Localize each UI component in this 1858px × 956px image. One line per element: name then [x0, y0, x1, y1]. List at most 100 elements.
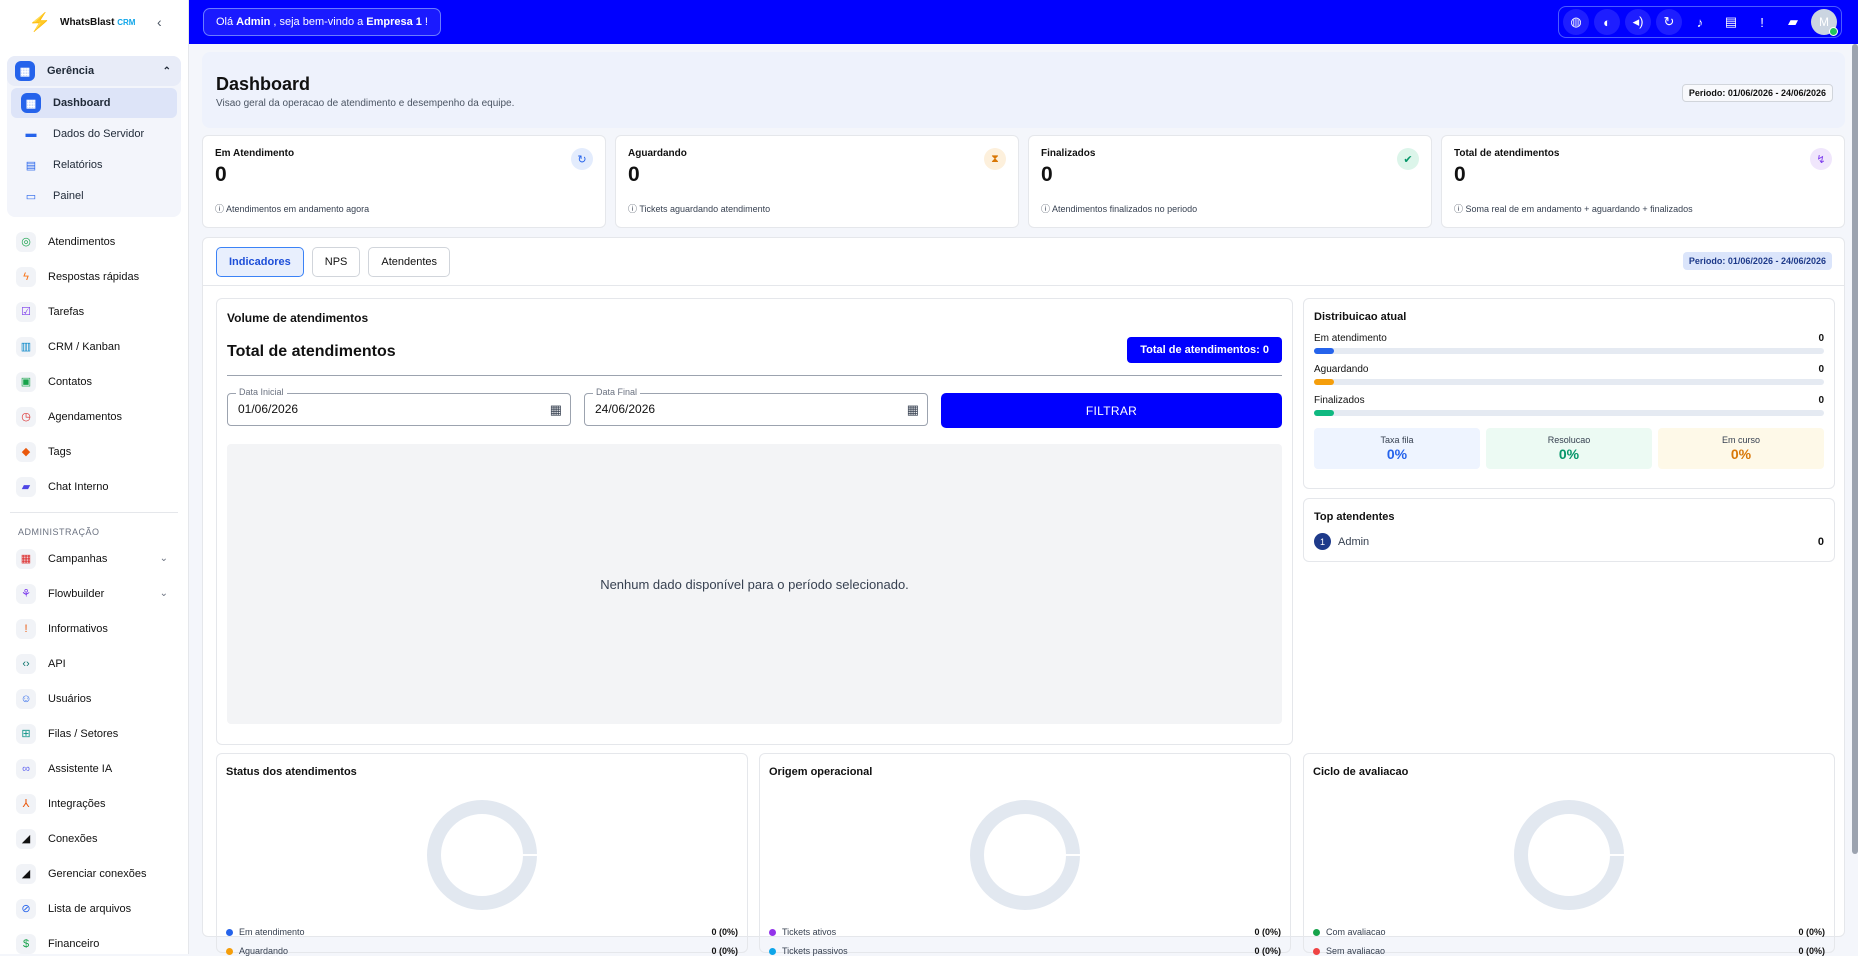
- ai-icon: ∞: [16, 758, 36, 779]
- greeting-chip: Olá Admin, seja bem-vindo a Empresa 1!: [203, 8, 441, 36]
- period-badge: Periodo: 01/06/2026 - 24/06/2026: [1681, 84, 1833, 102]
- data-final-field[interactable]: Data Final 24/06/2026 ▦: [584, 387, 928, 426]
- topbar: Olá Admin, seja bem-vindo a Empresa 1! ◍…: [189, 0, 1858, 44]
- dashboard-group-icon: ▦: [15, 61, 35, 81]
- kpi-taxa-fila: Taxa fila 0%: [1314, 428, 1480, 469]
- sidebar-item-atendimentos[interactable]: ◎ Atendimentos: [0, 224, 188, 259]
- sidebar-item-integracoes[interactable]: ⅄ Integrações: [0, 786, 188, 821]
- dist-row: Finalizados 0: [1314, 395, 1824, 416]
- status-chart-card: Status dos atendimentos Em atendimento 0 …: [216, 753, 748, 956]
- sidebar-item-agendamentos[interactable]: ◷ Agendamentos: [0, 399, 188, 434]
- page-subtitle: Visao geral da operacao de atendimento e…: [216, 98, 515, 109]
- progress-bar: [1314, 410, 1824, 416]
- donut-chart: [427, 800, 537, 910]
- topbar-actions: ◍ ◐ ◂) ↻ ♪ ▤ ! ▰ M: [1558, 6, 1842, 38]
- users-icon: ☺: [16, 688, 36, 709]
- greeting-user: Admin: [236, 16, 271, 28]
- volume-subtitle: Total de atendimentos: [227, 343, 396, 360]
- list-item: 1 Admin 0: [1314, 533, 1824, 550]
- integration-icon: ⅄: [16, 793, 36, 814]
- collapse-sidebar-icon[interactable]: ‹: [157, 14, 162, 30]
- tab-indicadores[interactable]: Indicadores: [216, 246, 304, 277]
- logo-suffix: CRM: [117, 17, 136, 27]
- sidebar-item-filas[interactable]: ⊞ Filas / Setores: [0, 716, 188, 751]
- donut-chart: [1514, 800, 1624, 910]
- greeting-company: Empresa 1: [366, 16, 422, 28]
- sidebar-item-respostas[interactable]: ϟ Respostas rápidas: [0, 259, 188, 294]
- clock-icon: ◷: [16, 406, 36, 427]
- sidebar-item-crm[interactable]: ▥ CRM / Kanban: [0, 329, 188, 364]
- volume-card: Volume de atendimentos Total de atendime…: [216, 298, 1293, 745]
- language-icon[interactable]: ◍: [1563, 9, 1589, 35]
- signal-icon: ◢: [16, 828, 36, 849]
- scrollbar[interactable]: [1852, 44, 1858, 854]
- bolt-icon: ϟ: [16, 266, 36, 287]
- distribution-card: Distribuicao atual Em atendimento 0 Aguar…: [1303, 298, 1835, 489]
- data-inicial-field[interactable]: Data Inicial 01/06/2026 ▦: [227, 387, 571, 426]
- stat-card-em-atendimento: Em Atendimento 0 ⓘ Atendimentos em andam…: [202, 135, 606, 228]
- panel-icon: ▭: [25, 190, 37, 203]
- volume-icon[interactable]: ◂): [1625, 9, 1651, 35]
- chat-icon[interactable]: ▰: [1780, 9, 1806, 35]
- legend-item: Em atendimento 0 (0%): [226, 927, 738, 937]
- announcements-icon[interactable]: !: [1749, 9, 1775, 35]
- main-content: Dashboard Visao geral da operacao de ate…: [202, 44, 1845, 956]
- origem-chart-card: Origem operacional Tickets ativos 0 (0%) …: [759, 753, 1291, 956]
- sidebar: ⚡ WhatsBlast CRM ‹ ▦ Gerência ⌃ ▦ Dashboa…: [0, 0, 189, 954]
- refresh-icon[interactable]: ↻: [1656, 9, 1682, 35]
- sidebar-item-tags[interactable]: ◆ Tags: [0, 434, 188, 469]
- calendar-icon[interactable]: ▦: [907, 402, 919, 418]
- chevron-down-icon: ⌄: [159, 553, 168, 564]
- task-icon: ☑: [16, 301, 36, 322]
- sidebar-group-label: Gerência: [47, 65, 95, 77]
- sidebar-item-dados-servidor[interactable]: ▬ Dados do Servidor: [7, 119, 181, 149]
- avatar[interactable]: M: [1811, 9, 1838, 36]
- filter-button[interactable]: FILTRAR: [941, 393, 1282, 428]
- code-icon: ‹›: [16, 653, 36, 674]
- check-icon: ✔: [1397, 148, 1419, 170]
- rank-badge: 1: [1314, 533, 1331, 550]
- period-badge-tabs: Periodo: 01/06/2026 - 24/06/2026: [1682, 252, 1832, 270]
- sidebar-item-campanhas[interactable]: ▦ Campanhas ⌄: [0, 541, 188, 576]
- sidebar-item-relatorios[interactable]: ▤ Relatórios: [7, 150, 181, 180]
- tab-atendentes[interactable]: Atendentes: [368, 246, 451, 277]
- calendar-icon[interactable]: ▦: [550, 402, 562, 418]
- sidebar-item-api[interactable]: ‹› API: [0, 646, 188, 681]
- sidebar-group-gerencia: ▦ Gerência ⌃ ▦ Dashboard ▬ Dados do Servid…: [7, 56, 181, 217]
- trend-icon: ↯: [1810, 148, 1832, 170]
- stat-card-finalizados: Finalizados 0 ⓘ Atendimentos finalizados…: [1028, 135, 1432, 228]
- sidebar-item-tarefas[interactable]: ☑ Tarefas: [0, 294, 188, 329]
- flow-icon: ⚘: [16, 583, 36, 604]
- sidebar-item-contatos[interactable]: ▣ Contatos: [0, 364, 188, 399]
- info-icon: ⓘ: [1454, 204, 1464, 214]
- sidebar-item-chat[interactable]: ▰ Chat Interno: [0, 469, 188, 504]
- sidebar-item-assistente[interactable]: ∞ Assistente IA: [0, 751, 188, 786]
- sidebar-item-conexoes[interactable]: ◢ Conexões: [0, 821, 188, 856]
- sidebar-item-flowbuilder[interactable]: ⚘ Flowbuilder ⌄: [0, 576, 188, 611]
- dist-row: Aguardando 0: [1314, 364, 1824, 385]
- contacts-icon: ▣: [16, 371, 36, 392]
- indicators-panel: Indicadores NPS Atendentes Periodo: 01/0…: [202, 237, 1845, 956]
- money-icon: $: [16, 933, 36, 954]
- progress-bar: [1314, 348, 1824, 354]
- tab-nps[interactable]: NPS: [311, 246, 361, 277]
- sidebar-group-header[interactable]: ▦ Gerência ⌃: [7, 56, 181, 86]
- theme-toggle-icon[interactable]: ◐: [1594, 9, 1620, 35]
- bell-icon[interactable]: ♪: [1687, 9, 1713, 35]
- sidebar-item-usuarios[interactable]: ☺ Usuários: [0, 681, 188, 716]
- info-icon: ⓘ: [215, 204, 225, 214]
- legend-item: Tickets ativos 0 (0%): [769, 927, 1281, 937]
- legend-item: Aguardando 0 (0%): [226, 946, 738, 956]
- signal-icon: ◢: [16, 863, 36, 884]
- sidebar-item-gerenciar-conexoes[interactable]: ◢ Gerenciar conexões: [0, 856, 188, 891]
- sidebar-item-financeiro[interactable]: $ Financeiro: [0, 926, 188, 954]
- chevron-down-icon: ⌄: [159, 588, 168, 599]
- messages-icon[interactable]: ▤: [1718, 9, 1744, 35]
- sidebar-item-dashboard[interactable]: ▦ Dashboard: [11, 88, 177, 118]
- sidebar-item-painel[interactable]: ▭ Painel: [7, 181, 181, 211]
- top-atendentes-card: Top atendentes 1 Admin 0: [1303, 498, 1835, 562]
- chat-icon: ▰: [16, 476, 36, 497]
- sidebar-item-arquivos[interactable]: ⊘ Lista de arquivos: [0, 891, 188, 926]
- progress-bar: [1314, 379, 1824, 385]
- sidebar-item-informativos[interactable]: ! Informativos: [0, 611, 188, 646]
